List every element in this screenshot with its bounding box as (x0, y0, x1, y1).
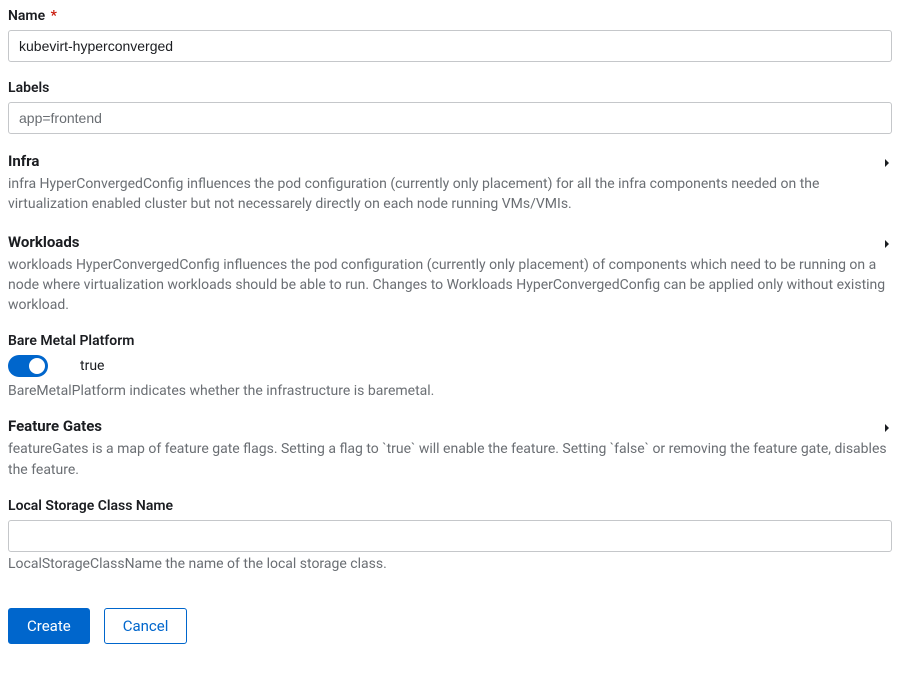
cancel-button[interactable]: Cancel (104, 608, 188, 644)
feature-gates-title: Feature Gates (8, 417, 102, 435)
workloads-description: workloads HyperConvergedConfig influence… (8, 255, 892, 316)
name-input[interactable] (8, 30, 892, 62)
infra-section: Infra infra HyperConvergedConfig influen… (8, 152, 892, 215)
local-storage-field-group: Local Storage Class Name LocalStorageCla… (8, 498, 892, 572)
name-label: Name * (8, 8, 892, 24)
feature-gates-section: Feature Gates featureGates is a map of f… (8, 417, 892, 480)
bare-metal-description: BareMetalPlatform indicates whether the … (8, 383, 892, 399)
infra-description: infra HyperConvergedConfig influences th… (8, 174, 892, 215)
bare-metal-label: Bare Metal Platform (8, 333, 892, 349)
chevron-right-icon (882, 156, 892, 166)
feature-gates-header[interactable]: Feature Gates (8, 417, 892, 435)
bare-metal-toggle[interactable] (8, 355, 48, 377)
form-actions: Create Cancel (8, 608, 892, 644)
switch-thumb (29, 358, 45, 374)
name-label-text: Name (8, 8, 45, 24)
infra-title: Infra (8, 152, 39, 170)
workloads-section: Workloads workloads HyperConvergedConfig… (8, 233, 892, 316)
local-storage-input[interactable] (8, 520, 892, 552)
chevron-right-icon (882, 237, 892, 247)
feature-gates-description: featureGates is a map of feature gate fl… (8, 439, 892, 480)
switch-track (8, 355, 48, 377)
infra-header[interactable]: Infra (8, 152, 892, 170)
bare-metal-toggle-value: true (80, 358, 104, 374)
chevron-right-icon (882, 421, 892, 431)
labels-field-group: Labels (8, 80, 892, 134)
required-asterisk-icon: * (51, 8, 57, 24)
create-button[interactable]: Create (8, 608, 90, 644)
local-storage-label: Local Storage Class Name (8, 498, 892, 514)
name-field-group: Name * (8, 8, 892, 62)
labels-input[interactable] (8, 102, 892, 134)
bare-metal-section: Bare Metal Platform true BareMetalPlatfo… (8, 333, 892, 399)
bare-metal-switch-row: true (8, 355, 892, 377)
labels-label: Labels (8, 80, 892, 96)
workloads-title: Workloads (8, 233, 79, 251)
local-storage-description: LocalStorageClassName the name of the lo… (8, 556, 892, 572)
workloads-header[interactable]: Workloads (8, 233, 892, 251)
